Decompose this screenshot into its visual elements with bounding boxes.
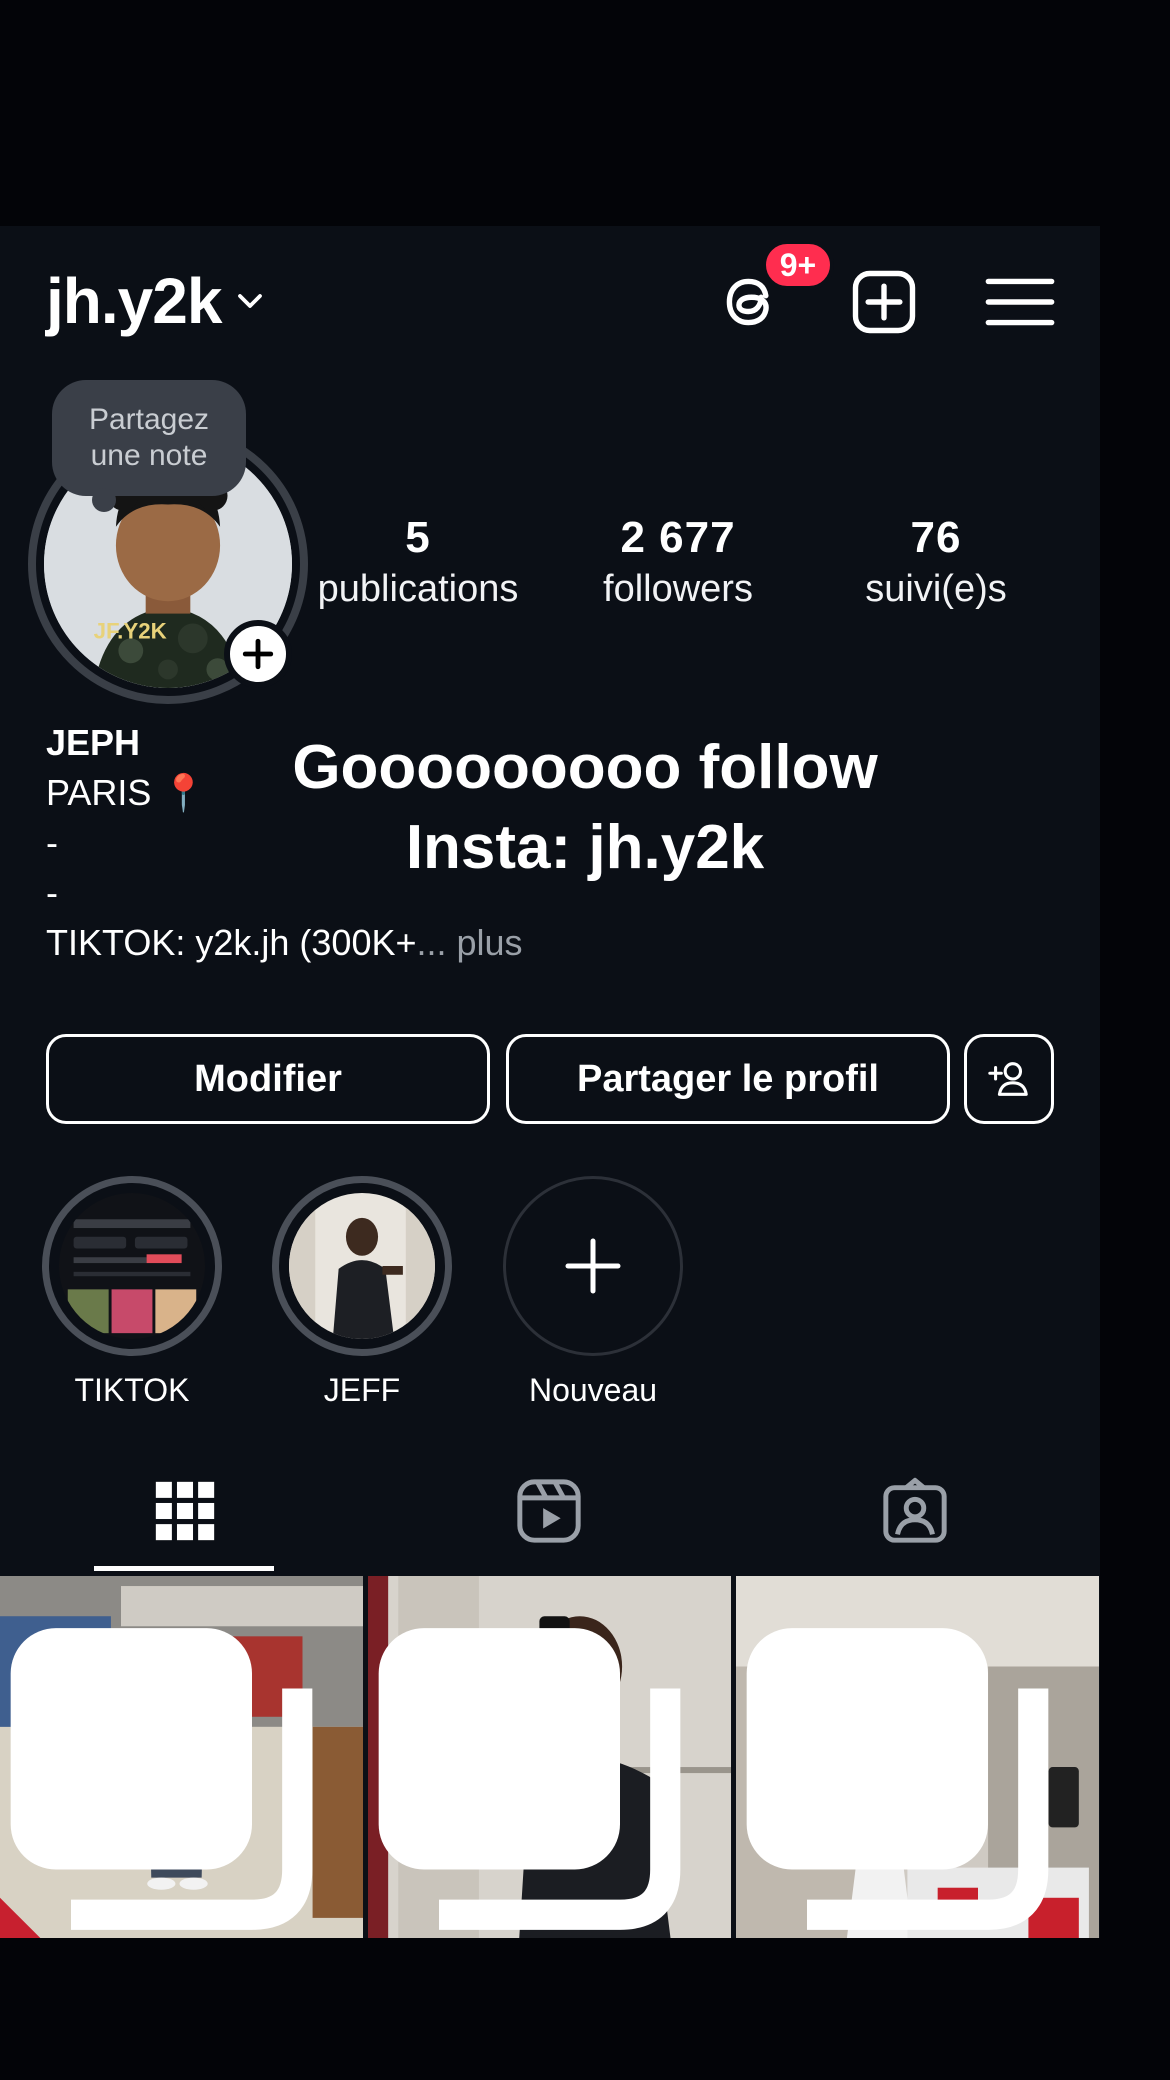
note-bubble[interactable]: Partagez une note [52,380,246,512]
following-count: 76 [910,513,962,562]
highlight-label: JEFF [323,1372,401,1408]
post-thumbnail[interactable] [368,1576,731,1938]
followers-stat[interactable]: 2 677 followers [558,512,798,614]
overlay-line: Insta: jh.y2k [405,813,765,882]
add-post-icon[interactable] [846,264,922,340]
posts-count: 5 [405,513,431,562]
tagged-tab-icon[interactable] [880,1476,950,1546]
reels-tab-icon[interactable] [514,1476,584,1546]
following-label: suivi(e)s [865,568,1007,610]
multi-photo-icon [378,1628,681,1930]
bio-line-last: TIKTOK: y2k.jh (300K+... plus [46,918,523,968]
followers-count: 2 677 [620,513,736,562]
highlight-ring [42,1176,222,1356]
hamburger-menu-icon[interactable] [982,264,1058,340]
followers-label: followers [603,568,753,610]
overlay-line: Gooooooooo follow [292,733,878,802]
edit-profile-button[interactable]: Modifier [46,1034,490,1124]
highlight-label: TIKTOK [74,1372,190,1408]
plus-icon [242,638,274,670]
highlight-ring [503,1176,683,1356]
username-label: jh.y2k [46,265,222,337]
new-highlight-button[interactable]: Nouveau [503,1176,683,1412]
add-story-button[interactable] [224,620,292,688]
highlight-ring [272,1176,452,1356]
chevron-down-icon [238,294,263,308]
highlight-cover [289,1193,435,1339]
notification-badge: 9+ [762,240,834,290]
bio-tiktok-text: TIKTOK: y2k.jh (300K+ [46,922,417,963]
bio-more-link[interactable]: ... plus [417,922,523,963]
grid-tab-icon[interactable] [150,1476,220,1546]
post-thumbnail[interactable] [736,1576,1099,1938]
post-thumbnail[interactable] [0,1576,363,1938]
plus-icon [565,1238,621,1294]
following-stat[interactable]: 76 suivi(e)s [816,512,1056,614]
multi-photo-icon [10,1628,313,1930]
add-person-icon [988,1062,1028,1096]
avatar-logo-text: JF.Y2K [94,618,167,643]
posts-label: publications [317,568,519,610]
active-tab-indicator [94,1566,274,1571]
multi-photo-icon [746,1628,1049,1930]
highlight-jeff[interactable]: JEFF [272,1176,452,1412]
profile-header: jh.y2k 9+ [0,226,1100,376]
highlight-label: Nouveau [528,1372,658,1408]
video-caption-overlay: Gooooooooo follow Insta: jh.y2k [200,728,970,888]
profile-screen: jh.y2k 9+ JF.Y2K Partagez une note 5 pub… [0,226,1100,1938]
share-profile-button[interactable]: Partager le profil [506,1034,950,1124]
posts-stat[interactable]: 5 publications [298,512,538,614]
highlight-tiktok[interactable]: TIKTOK [42,1176,222,1412]
highlight-cover [59,1193,205,1339]
discover-people-button[interactable] [964,1034,1054,1124]
account-switcher[interactable]: jh.y2k [46,264,265,338]
